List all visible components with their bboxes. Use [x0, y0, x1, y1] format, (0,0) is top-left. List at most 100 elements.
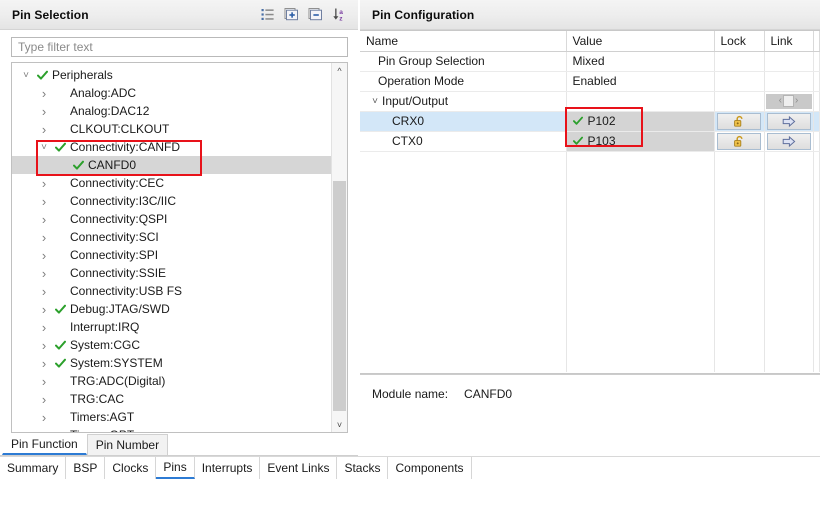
cell-name[interactable]: Pin Group Selection	[360, 51, 567, 72]
editor-tab[interactable]: Stacks	[337, 457, 389, 479]
chevron-right-icon[interactable]: ›	[36, 302, 52, 317]
tree-item[interactable]: › System:SYSTEM	[12, 354, 331, 372]
empty-cell	[566, 171, 715, 191]
link-arrow-icon-button[interactable]	[766, 112, 811, 130]
chevron-right-icon[interactable]: ›	[36, 194, 52, 209]
cell-lock[interactable]	[714, 111, 765, 132]
tree-vertical-scrollbar[interactable]: ^ ˅	[331, 63, 347, 432]
chevron-right-icon[interactable]: ›	[36, 356, 52, 371]
chevron-down-icon[interactable]: ˅	[36, 142, 52, 153]
cell-name[interactable]: CRX0	[360, 111, 567, 132]
chevron-right-icon[interactable]: ›	[36, 86, 52, 101]
tree-item[interactable]: › Analog:ADC	[12, 84, 331, 102]
chevron-right-icon[interactable]: ›	[36, 266, 52, 281]
table-row[interactable]: CRX0 P102	[360, 111, 820, 132]
chevron-right-icon[interactable]: ›	[36, 410, 52, 425]
editor-tab[interactable]: Interrupts	[195, 457, 261, 479]
chevron-right-icon[interactable]: ›	[36, 122, 52, 137]
tree-item[interactable]: ˅ Peripherals	[12, 66, 331, 84]
cell-link[interactable]	[764, 71, 814, 92]
tree-item[interactable]: › TRG:CAC	[12, 390, 331, 408]
scroll-down-arrow-icon[interactable]: ˅	[332, 417, 347, 432]
chevron-right-icon[interactable]: ›	[36, 248, 52, 263]
tree-item[interactable]: › Timers:GPT	[12, 426, 331, 433]
chevron-down-icon[interactable]: ˅	[368, 96, 382, 107]
cell-lock[interactable]	[714, 51, 765, 72]
table-row[interactable]: ˅ Input/Output ‹ ›	[360, 91, 820, 112]
tree-item[interactable]: › Connectivity:I3C/IIC	[12, 192, 331, 210]
cell-name[interactable]: ˅ Input/Output	[360, 91, 567, 112]
chevron-right-icon[interactable]: ›	[36, 374, 52, 389]
group-navigation-spinner[interactable]: ‹ ›	[765, 93, 812, 109]
column-header-lock[interactable]: Lock	[714, 31, 765, 52]
pin-view-tab[interactable]: Pin Number	[86, 434, 169, 455]
tree-item[interactable]: › Interrupt:IRQ	[12, 318, 331, 336]
tree-item-label: CANFD0	[88, 158, 137, 172]
cell-name[interactable]: Operation Mode	[360, 71, 567, 92]
chevron-down-icon[interactable]: ˅	[18, 70, 34, 81]
tree-item[interactable]: › Debug:JTAG/SWD	[12, 300, 331, 318]
tree-item[interactable]: › Connectivity:SSIE	[12, 264, 331, 282]
link-arrow-icon-button[interactable]	[766, 132, 811, 150]
cell-value[interactable]: P103	[566, 131, 715, 152]
peripheral-tree[interactable]: ˅ Peripherals › Analog:ADC › Analog:DAC12 › CLK…	[12, 63, 331, 432]
editor-tab[interactable]: Clocks	[105, 457, 157, 479]
editor-tab[interactable]: Components	[388, 457, 472, 479]
column-header-link[interactable]: Link	[764, 31, 814, 52]
editor-tab[interactable]: BSP	[66, 457, 106, 479]
expand-all-icon[interactable]	[283, 6, 300, 23]
scroll-up-arrow-icon[interactable]: ^	[332, 63, 347, 78]
chevron-right-icon[interactable]: ›	[36, 320, 52, 335]
cell-link[interactable]	[764, 51, 814, 72]
chevron-right-icon[interactable]: ›	[36, 104, 52, 119]
unlock-icon-button[interactable]	[717, 132, 761, 150]
cell-link[interactable]	[764, 131, 814, 152]
chevron-right-icon[interactable]: ›	[36, 284, 52, 299]
cell-lock[interactable]	[714, 71, 765, 92]
chevron-right-icon[interactable]: ›	[36, 338, 52, 353]
unlock-icon-button[interactable]	[717, 112, 761, 130]
cell-value[interactable]: Enabled	[566, 71, 715, 92]
tree-item[interactable]: CANFD0	[12, 156, 331, 174]
cell-value[interactable]: Mixed	[566, 51, 715, 72]
tree-item[interactable]: › CLKOUT:CLKOUT	[12, 120, 331, 138]
show-categories-icon[interactable]	[259, 6, 276, 23]
cell-lock[interactable]	[714, 91, 765, 112]
filter-row: Type filter text	[0, 30, 358, 62]
tree-item[interactable]: › Connectivity:SCI	[12, 228, 331, 246]
cell-lock[interactable]	[714, 131, 765, 152]
tree-item[interactable]: › Timers:AGT	[12, 408, 331, 426]
editor-tab[interactable]: Pins	[156, 457, 195, 479]
table-row[interactable]: Pin Group Selection Mixed	[360, 51, 820, 72]
chevron-right-icon[interactable]: ›	[36, 212, 52, 227]
pin-view-tab-label: Pin Number	[95, 438, 160, 452]
tree-item[interactable]: › Connectivity:SPI	[12, 246, 331, 264]
cell-value[interactable]	[566, 91, 715, 112]
tree-item[interactable]: › Connectivity:CEC	[12, 174, 331, 192]
cell-link[interactable]	[764, 111, 814, 132]
chevron-right-icon[interactable]: ›	[36, 230, 52, 245]
tree-item[interactable]: ˅ Connectivity:CANFD	[12, 138, 331, 156]
pin-view-tab[interactable]: Pin Function	[2, 434, 87, 455]
tree-item[interactable]: › System:CGC	[12, 336, 331, 354]
tree-item[interactable]: › Connectivity:USB FS	[12, 282, 331, 300]
column-header-value[interactable]: Value	[566, 31, 715, 52]
sort-alphabetical-icon[interactable]: a z	[331, 6, 348, 23]
tree-item[interactable]: › Analog:DAC12	[12, 102, 331, 120]
editor-tab[interactable]: Event Links	[260, 457, 338, 479]
chevron-right-icon[interactable]: ›	[36, 428, 52, 433]
cell-name[interactable]: CTX0	[360, 131, 567, 152]
cell-value[interactable]: P102	[566, 111, 715, 132]
tree-item[interactable]: › TRG:ADC(Digital)	[12, 372, 331, 390]
editor-tab[interactable]: Summary	[0, 457, 67, 479]
chevron-right-icon[interactable]: ›	[36, 176, 52, 191]
tree-item[interactable]: › Connectivity:QSPI	[12, 210, 331, 228]
cell-link[interactable]: ‹ ›	[764, 91, 814, 112]
column-header-name[interactable]: Name	[360, 31, 567, 52]
collapse-all-icon[interactable]	[307, 6, 324, 23]
table-row[interactable]: CTX0 P103	[360, 131, 820, 152]
chevron-right-icon[interactable]: ›	[36, 392, 52, 407]
scrollbar-thumb[interactable]	[333, 181, 346, 411]
filter-input[interactable]: Type filter text	[11, 37, 348, 57]
table-row[interactable]: Operation Mode Enabled	[360, 71, 820, 92]
